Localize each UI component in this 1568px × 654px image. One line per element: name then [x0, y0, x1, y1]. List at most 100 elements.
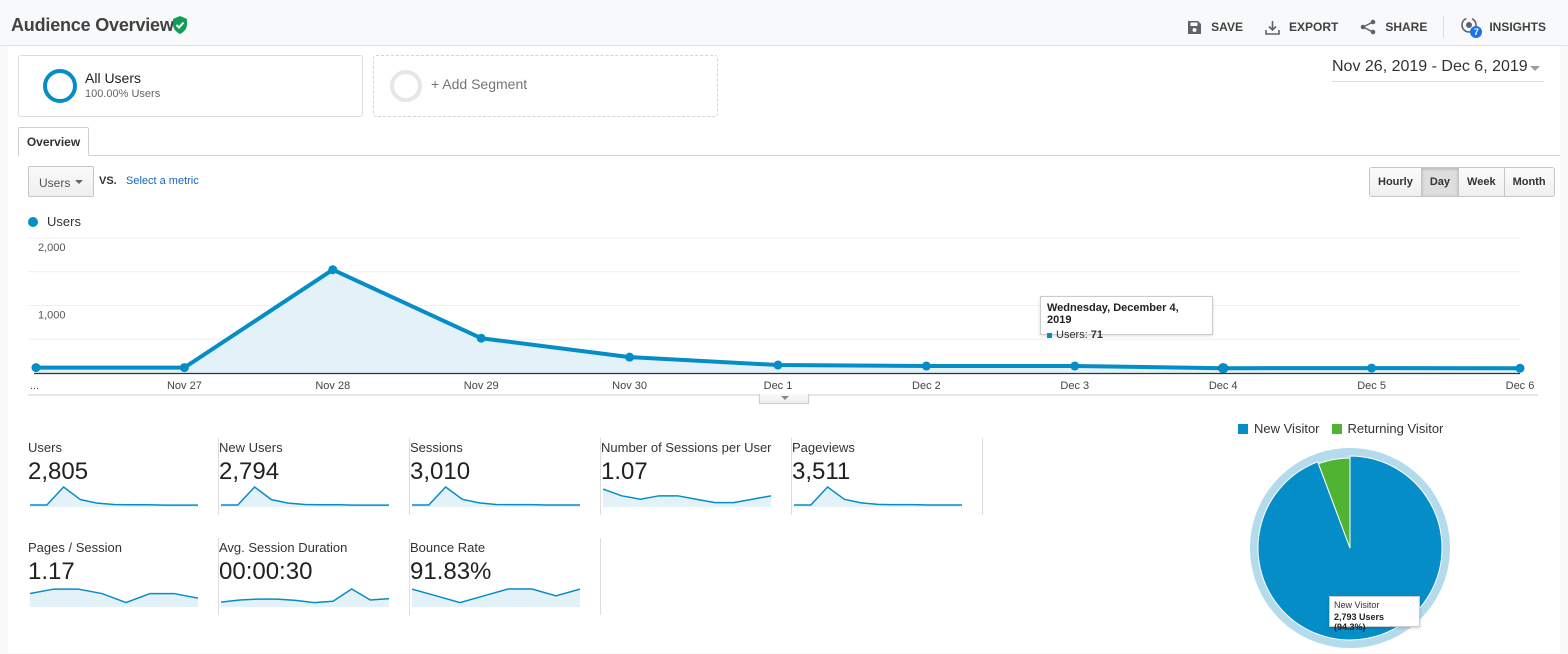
metric-value: 2,794 [219, 458, 280, 485]
segment-all-users[interactable]: All Users 100.00% Users [18, 55, 363, 117]
pie-legend-label: New Visitor [1254, 421, 1320, 436]
x-tick-label: Dec 4 [1209, 380, 1238, 392]
download-icon [1265, 20, 1280, 35]
metric-card[interactable]: Sessions 3,010 [410, 438, 601, 515]
share-label: SHARE [1385, 20, 1428, 34]
granularity-month[interactable]: Month [1504, 168, 1554, 196]
data-point[interactable] [1515, 363, 1525, 373]
metric-sparkline [794, 486, 962, 507]
granularity-day[interactable]: Day [1421, 168, 1460, 196]
date-range-picker[interactable]: Nov 26, 2019 - Dec 6, 2019 [1332, 58, 1544, 82]
x-tick-label: ... [30, 380, 39, 392]
caret-down-icon [75, 180, 83, 184]
chart-tooltip: Wednesday, December 4, 2019 Users: 71 [1040, 296, 1213, 341]
metric-sparkline [412, 486, 580, 507]
granularity-week[interactable]: Week [1459, 168, 1505, 196]
vs-label: VS. [99, 175, 117, 187]
metric-value: 00:00:30 [219, 558, 313, 585]
data-point[interactable] [179, 363, 189, 373]
x-tick-label: Dec 3 [1060, 380, 1089, 392]
tooltip-label: Users: [1056, 329, 1088, 341]
top-bar: Audience Overview SAVE EXPORT SHARE 7 IN… [0, 0, 1568, 46]
metric-card[interactable]: Bounce Rate 91.83% [410, 538, 601, 615]
metric-label: Avg. Session Duration [219, 540, 348, 555]
metric-card[interactable]: Pageviews 3,511 [792, 438, 983, 515]
metric-sparkline [30, 588, 198, 607]
x-tick-label: Nov 30 [612, 380, 647, 392]
data-point[interactable] [1367, 363, 1377, 373]
data-point[interactable] [476, 333, 486, 343]
data-point[interactable] [1217, 362, 1229, 374]
share-button[interactable]: SHARE [1360, 19, 1427, 35]
insights-badge: 7 [1470, 26, 1483, 38]
sparkline-area [221, 589, 389, 607]
metric-value: 3,511 [792, 458, 851, 485]
metric-dropdown-value: Users [39, 176, 71, 190]
metric-label: Number of Sessions per User [601, 440, 772, 455]
metric-sparkline [221, 486, 389, 507]
metric-value: 1.17 [28, 558, 75, 585]
metric-label: Users [28, 440, 62, 455]
metric-value: 3,010 [410, 458, 471, 485]
add-segment-button[interactable]: + Add Segment [373, 55, 718, 117]
series-area [36, 269, 1520, 373]
metric-label: Sessions [410, 440, 463, 455]
select-metric-link[interactable]: Select a metric [126, 175, 199, 187]
share-icon [1361, 19, 1376, 35]
pie-legend-new-visitor[interactable]: New Visitor [1238, 421, 1320, 436]
data-point[interactable] [773, 360, 783, 370]
metric-sparkline [221, 588, 389, 607]
metric-card[interactable]: Users 2,805 [28, 438, 219, 515]
pie-legend: New Visitor Returning Visitor [1238, 421, 1455, 436]
granularity-hourly[interactable]: Hourly [1370, 168, 1422, 196]
metric-card[interactable]: Number of Sessions per User 1.07 [601, 438, 792, 515]
x-tick-label: Nov 29 [464, 380, 499, 392]
metric-value: 1.07 [601, 458, 648, 485]
legend-label: Users [47, 214, 81, 229]
tab-overview[interactable]: Overview [18, 127, 89, 156]
insights-label: INSIGHTS [1489, 20, 1546, 34]
x-tick-label: Nov 27 [167, 380, 202, 392]
segment-subtitle: 100.00% Users [85, 88, 161, 100]
pie-tooltip: New Visitor 2,793 Users (94.3%) [1329, 596, 1420, 632]
segment-empty-ring-icon [390, 70, 422, 102]
metric-sparkline [30, 486, 198, 507]
metric-label: Pageviews [792, 440, 855, 455]
metric-value: 2,805 [28, 458, 89, 485]
metric-value: 91.83% [410, 558, 492, 585]
x-tick-label: Dec 5 [1357, 380, 1386, 392]
add-segment-label: + Add Segment [431, 76, 528, 92]
save-label: SAVE [1211, 20, 1243, 34]
data-point[interactable] [625, 352, 635, 362]
data-point[interactable] [31, 363, 41, 373]
tab-bar: Overview [18, 127, 1560, 156]
metric-card[interactable]: New Users 2,794 [219, 438, 410, 515]
returning-visitor-swatch [1331, 423, 1342, 434]
metric-card[interactable]: Pages / Session 1.17 [28, 538, 219, 615]
save-button[interactable]: SAVE [1187, 20, 1243, 35]
pie-legend-returning-visitor[interactable]: Returning Visitor [1331, 421, 1443, 436]
insights-button[interactable]: 7 INSIGHTS [1460, 16, 1546, 38]
chevron-down-icon [1530, 66, 1540, 71]
x-tick-label: Dec 6 [1506, 380, 1535, 392]
metric-dropdown[interactable]: Users [28, 166, 94, 197]
date-range-label: Nov 26, 2019 - Dec 6, 2019 [1332, 58, 1528, 75]
data-point[interactable] [921, 361, 931, 371]
metric-label: Pages / Session [28, 540, 122, 555]
segment-ring-icon [43, 69, 77, 103]
save-icon [1188, 20, 1202, 34]
legend-dot-icon [28, 216, 38, 227]
chart-resize-handle[interactable] [759, 394, 809, 404]
data-point[interactable] [328, 265, 338, 275]
tooltip-title: Wednesday, December 4, 2019 [1047, 302, 1179, 326]
x-tick-label: Dec 1 [764, 380, 793, 392]
page-title: Audience Overview [11, 15, 174, 35]
pie-tooltip-title: New Visitor [1334, 600, 1380, 610]
tooltip-value: 71 [1090, 329, 1104, 341]
pie-tooltip-value: 2,793 Users (94.3%) [1334, 612, 1385, 632]
export-button[interactable]: EXPORT [1265, 20, 1338, 35]
export-label: EXPORT [1288, 20, 1339, 34]
tooltip-series-swatch [1047, 332, 1052, 338]
data-point[interactable] [1070, 361, 1080, 371]
metric-card[interactable]: Avg. Session Duration 00:00:30 [219, 538, 410, 615]
